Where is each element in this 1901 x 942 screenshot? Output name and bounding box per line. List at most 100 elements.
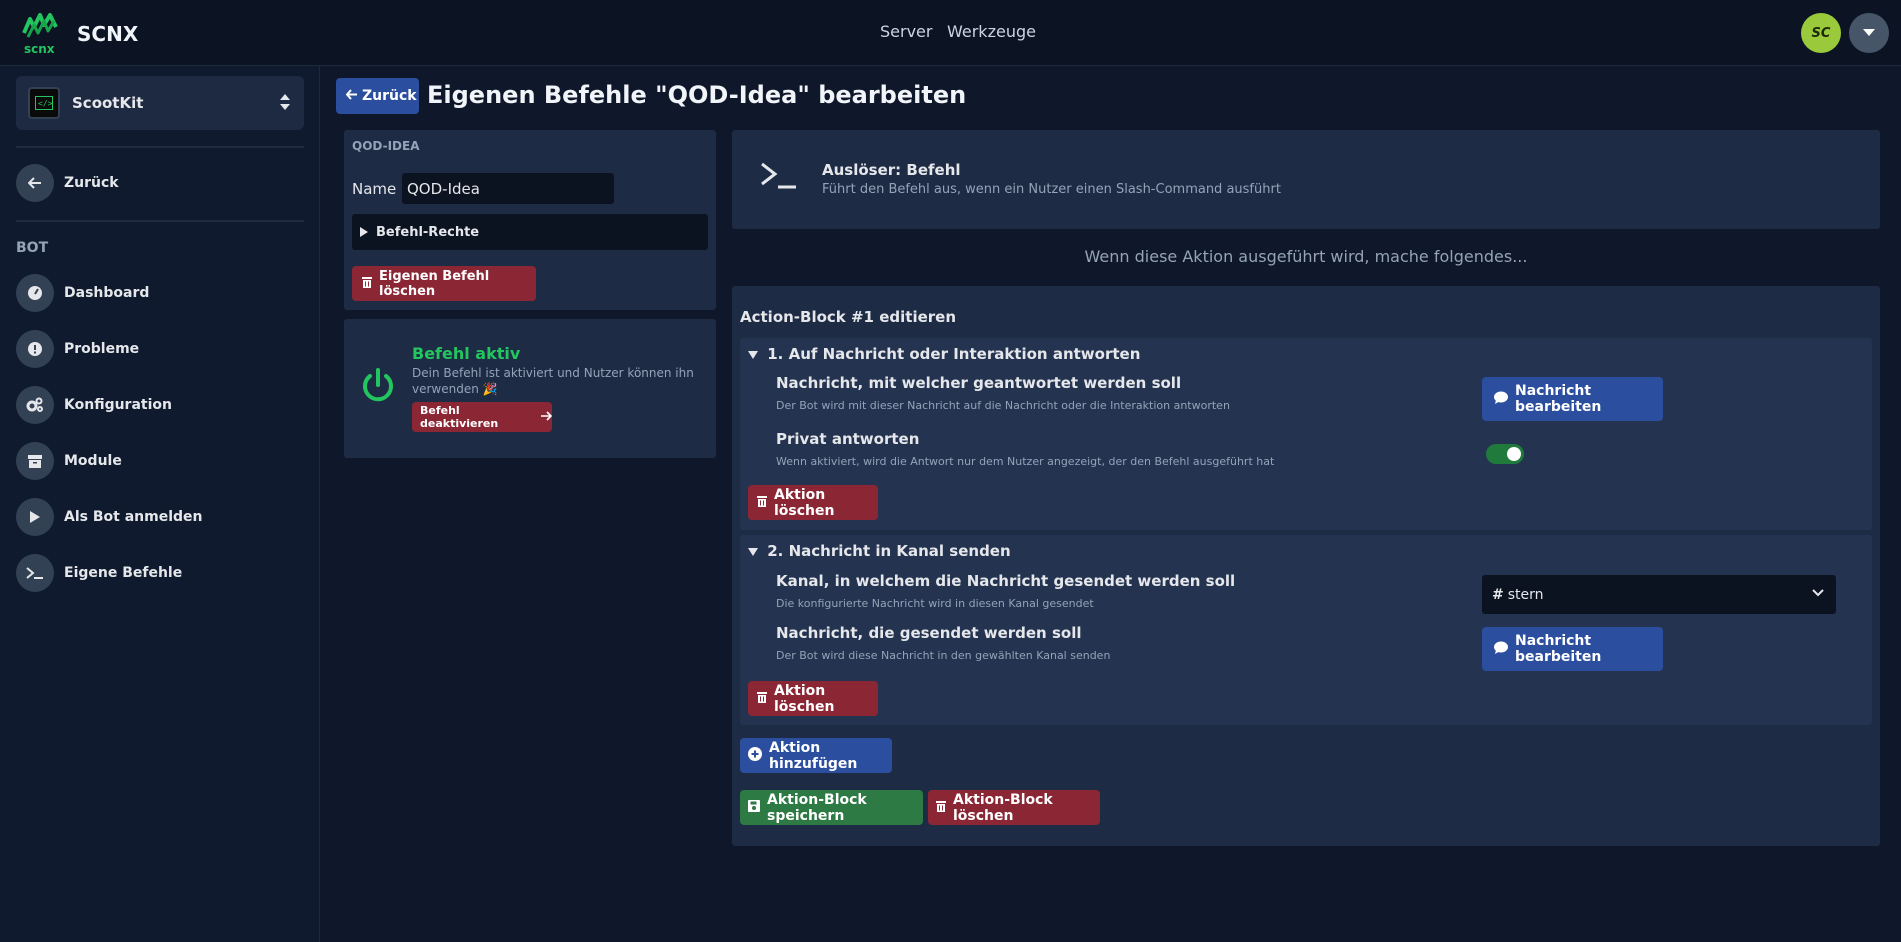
sidebar-item-label: Probleme: [64, 341, 140, 357]
sidebar-item-dashboard[interactable]: Dashboard: [16, 273, 304, 313]
field-description: Die konfigurierte Nachricht wird in dies…: [776, 597, 1094, 610]
power-icon: [360, 367, 396, 409]
command-heading: QOD-IDEA: [352, 139, 420, 153]
edit-message-label: Nachricht bearbeiten: [1515, 633, 1602, 665]
user-menu-button[interactable]: [1849, 13, 1889, 53]
nav-server[interactable]: Server: [880, 22, 932, 41]
scnx-logo[interactable]: scnx: [22, 13, 60, 56]
trash-icon: [757, 495, 767, 511]
logo-text: scnx: [24, 42, 55, 55]
trigger-description: Führt den Befehl aus, wenn ein Nutzer ei…: [822, 182, 1281, 197]
arrow-left-icon: [16, 164, 54, 202]
delete-command-button[interactable]: Eigenen Befehl löschen: [352, 266, 536, 301]
action-title-label: 2. Nachricht in Kanal senden: [767, 542, 1011, 560]
avatar[interactable]: SC: [1801, 13, 1841, 53]
field-description: Wenn aktiviert, wird die Antwort nur dem…: [776, 455, 1275, 468]
plus-circle-icon: [748, 746, 762, 765]
action-item-2: 2. Nachricht in Kanal senden Kanal, in w…: [740, 535, 1872, 725]
gears-icon: [16, 386, 54, 424]
triangle-down-icon: [748, 548, 758, 556]
field-description: Der Bot wird mit dieser Nachricht auf di…: [776, 399, 1230, 412]
trash-icon: [362, 276, 372, 292]
chevron-down-icon: [1812, 589, 1824, 597]
action-item-1: 1. Auf Nachricht oder Interaktion antwor…: [740, 338, 1872, 530]
sidebar-item-label: Als Bot anmelden: [64, 509, 203, 525]
permissions-label: Befehl-Rechte: [376, 224, 480, 240]
back-button[interactable]: Zurück: [336, 78, 419, 114]
triangle-down-icon: [748, 351, 758, 359]
back-button-label: Zurück: [362, 88, 417, 104]
delete-action-button[interactable]: Aktion löschen: [748, 681, 878, 716]
action-title[interactable]: 2. Nachricht in Kanal senden: [748, 542, 1011, 560]
delete-command-label: Eigenen Befehl löschen: [379, 268, 490, 299]
sidebar-divider: [16, 146, 304, 148]
delete-action-button[interactable]: Aktion löschen: [748, 485, 878, 520]
channel-select-value: stern: [1507, 586, 1544, 603]
sidebar-item-back[interactable]: Zurück: [16, 163, 304, 203]
add-action-button[interactable]: Aktion hinzufügen: [740, 738, 892, 773]
save-icon: [748, 799, 760, 816]
status-description: Dein Befehl ist aktiviert und Nutzer kön…: [412, 366, 694, 396]
box-icon: [16, 442, 54, 480]
arrow-right-icon: [541, 410, 553, 424]
field-label: Kanal, in welchem die Nachricht gesendet…: [776, 572, 1236, 590]
comment-icon: [1494, 391, 1508, 408]
status-card: Befehl aktiv Dein Befehl ist aktiviert u…: [344, 319, 716, 458]
bot-selector[interactable]: </> ScootKit: [16, 76, 304, 130]
svg-text:</>: </>: [38, 99, 53, 108]
deactivate-label: Befehl deaktivieren: [420, 404, 499, 430]
sidebar-item-eigene-befehle[interactable]: Eigene Befehle: [16, 553, 304, 593]
sidebar-item-label: Dashboard: [64, 285, 150, 301]
trigger-title: Auslöser: Befehl: [822, 161, 961, 179]
delete-block-button[interactable]: Aktion-Block löschen: [928, 790, 1100, 825]
terminal-icon: [16, 554, 54, 592]
comment-icon: [1494, 641, 1508, 658]
field-label: Privat antworten: [776, 430, 920, 448]
sidebar-item-label: Konfiguration: [64, 397, 172, 413]
brand-name[interactable]: SCNX: [77, 22, 138, 46]
nav-werkzeuge[interactable]: Werkzeuge: [947, 22, 1036, 41]
top-bar: scnx SCNX Server Werkzeuge SC: [0, 0, 1901, 66]
permissions-toggle[interactable]: Befehl-Rechte: [352, 214, 708, 250]
edit-message-label: Nachricht bearbeiten: [1515, 383, 1602, 415]
channel-hash: #: [1492, 586, 1504, 603]
sidebar-item-probleme[interactable]: Probleme: [16, 329, 304, 369]
status-title: Befehl aktiv: [412, 344, 521, 363]
toggle-knob: [1507, 447, 1521, 461]
edit-message-button[interactable]: Nachricht bearbeiten: [1482, 627, 1663, 671]
section-label-bot: BOT: [16, 240, 49, 256]
bot-avatar: </>: [28, 87, 60, 119]
add-action-label: Aktion hinzufügen: [769, 739, 858, 772]
sidebar-item-label: Zurück: [64, 175, 119, 191]
delete-action-label: Aktion löschen: [774, 682, 835, 715]
sort-icon: [280, 94, 290, 110]
save-block-button[interactable]: Aktion-Block speichern: [740, 790, 923, 825]
delete-block-label: Aktion-Block löschen: [953, 791, 1053, 824]
deactivate-button[interactable]: Befehl deaktivieren: [412, 402, 553, 432]
save-block-label: Aktion-Block speichern: [767, 791, 867, 824]
trash-icon: [757, 691, 767, 707]
edit-message-button[interactable]: Nachricht bearbeiten: [1482, 377, 1663, 421]
channel-select[interactable]: # stern: [1482, 575, 1836, 614]
action-block-title: Action-Block #1 editieren: [740, 308, 957, 326]
sidebar-item-konfiguration[interactable]: Konfiguration: [16, 385, 304, 425]
action-block-card: Action-Block #1 editieren 1. Auf Nachric…: [732, 286, 1880, 846]
logo-mark-icon: scnx: [22, 13, 58, 56]
arrow-left-icon: [345, 88, 358, 104]
trash-icon: [936, 800, 946, 816]
action-title[interactable]: 1. Auf Nachricht oder Interaktion antwor…: [748, 345, 1140, 363]
bot-name: ScootKit: [72, 94, 144, 112]
name-input[interactable]: [402, 173, 614, 204]
sidebar-item-als-bot-anmelden[interactable]: Als Bot anmelden: [16, 497, 304, 537]
action-title-label: 1. Auf Nachricht oder Interaktion antwor…: [767, 345, 1141, 363]
trigger-card[interactable]: Auslöser: Befehl Führt den Befehl aus, w…: [732, 130, 1880, 229]
private-reply-toggle[interactable]: [1486, 444, 1524, 464]
alert-icon: [16, 330, 54, 368]
sidebar-item-label: Module: [64, 453, 122, 469]
then-text: Wenn diese Aktion ausgeführt wird, mache…: [1084, 247, 1528, 266]
delete-action-label: Aktion löschen: [774, 486, 835, 519]
sidebar-item-module[interactable]: Module: [16, 441, 304, 481]
field-description: Der Bot wird diese Nachricht in den gewä…: [776, 649, 1111, 662]
name-label: Name: [352, 180, 397, 198]
play-icon: [16, 498, 54, 536]
